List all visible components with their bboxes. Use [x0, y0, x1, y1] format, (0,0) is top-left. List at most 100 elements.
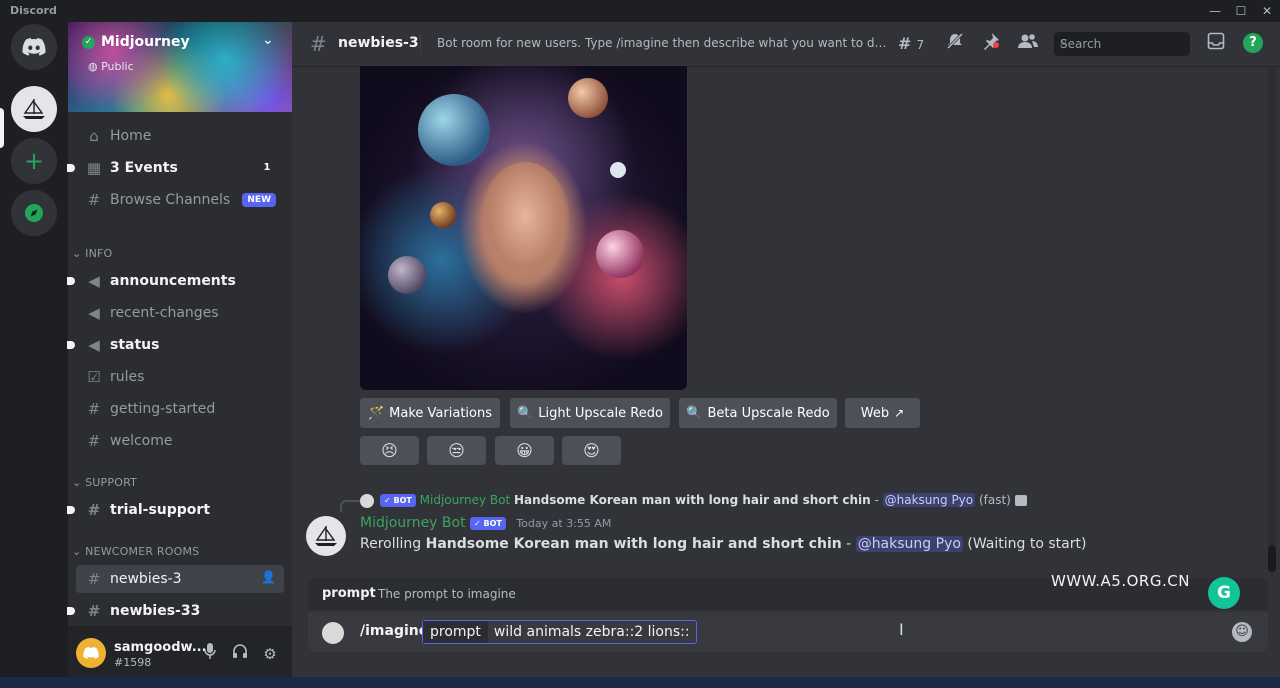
channel-newbies-3[interactable]: # newbies-3 👤 — [76, 565, 284, 593]
title-bar: Discord — ☐ ✕ — [0, 0, 1280, 22]
grammarly-icon[interactable]: G — [1208, 577, 1240, 609]
reaction-button[interactable]: 😀 — [495, 436, 554, 465]
username: samgoodw... — [114, 640, 207, 655]
direct-messages-button[interactable] — [11, 24, 57, 70]
reply-speed: (fast) — [978, 493, 1011, 507]
events-count-badge: 1 — [260, 161, 274, 175]
maximize-button[interactable]: ☐ — [1228, 2, 1254, 20]
nav-browse-channels[interactable]: # Browse Channels NEW — [76, 186, 284, 214]
reply-author: Midjourney Bot — [419, 493, 511, 507]
message-prompt: Handsome Korean man with long hair and s… — [425, 536, 842, 552]
option-description: The prompt to imagine — [378, 587, 516, 601]
rules-checkbox-icon: ☑ — [87, 368, 101, 386]
option-label: prompt — [423, 621, 488, 643]
message-status: (Waiting to start) — [962, 536, 1087, 552]
minimize-button[interactable]: — — [1202, 2, 1228, 20]
verified-icon: ✓ — [82, 35, 95, 49]
channel-trial-support[interactable]: # trial-support — [67, 496, 284, 524]
chevron-down-icon[interactable]: ⌄ — [262, 32, 274, 48]
scrollbar-thumb[interactable] — [1268, 545, 1276, 572]
web-link-button[interactable]: Web ↗ — [845, 398, 920, 428]
nav-events[interactable]: ▦ 3 Events 1 — [67, 154, 284, 182]
sailboat-icon — [23, 99, 45, 119]
message-composer[interactable]: /imagine prompt wild animals zebra::2 li… — [308, 612, 1268, 652]
headphones-icon[interactable] — [228, 642, 252, 666]
emoji-picker-icon[interactable]: ☺ — [1232, 622, 1252, 642]
reaction-button[interactable]: 😒 — [427, 436, 486, 465]
member-list-icon[interactable] — [1018, 32, 1038, 56]
channel-recent-changes[interactable]: ◀ recent-changes — [76, 299, 284, 327]
sparkle-wand-icon: 🪄 — [367, 405, 385, 421]
reply-avatar — [360, 494, 374, 508]
message-mention[interactable]: @haksung Pyo — [855, 536, 963, 552]
discord-logo-icon — [22, 38, 46, 56]
reaction-button[interactable]: 😍 — [562, 436, 621, 465]
reply-preview[interactable]: ✓ BOT Midjourney Bot Handsome Korean man… — [380, 493, 1027, 507]
light-upscale-redo-button[interactable]: 🔍 Light Upscale Redo — [510, 398, 670, 428]
category-newcomer-rooms[interactable]: ⌄ NEWCOMER ROOMS — [72, 545, 199, 558]
thread-hashtag-icon: # — [310, 32, 327, 56]
plus-icon: + — [23, 147, 45, 175]
megaphone-icon: ◀ — [88, 336, 100, 354]
close-window-button[interactable]: ✕ — [1254, 2, 1280, 20]
hashtag-icon: # — [87, 432, 101, 450]
scrollbar-track[interactable] — [1268, 66, 1276, 572]
notification-muted-icon[interactable] — [946, 32, 964, 56]
bot-avatar[interactable] — [306, 516, 346, 556]
channel-status[interactable]: ◀ status — [67, 331, 284, 359]
channel-newbies-33[interactable]: # newbies-33 — [67, 597, 284, 625]
reply-prompt: Handsome Korean man with long hair and s… — [514, 493, 871, 507]
prompt-value[interactable]: wild animals zebra::2 lions:: — [488, 624, 696, 640]
settings-gear-icon[interactable]: ⚙ — [258, 642, 282, 666]
inbox-icon[interactable] — [1207, 32, 1225, 56]
pinned-messages-icon[interactable] — [982, 32, 1000, 56]
megaphone-icon: ◀ — [88, 304, 100, 322]
message-content: Rerolling Handsome Korean man with long … — [360, 536, 1087, 552]
new-badge: NEW — [242, 193, 276, 207]
user-tag: #1598 — [114, 656, 152, 669]
calendar-icon: ▦ — [86, 159, 102, 177]
chevron-down-icon: ⌄ — [72, 247, 82, 260]
channel-getting-started[interactable]: # getting-started — [76, 395, 284, 423]
server-visibility: ◍ Public — [88, 60, 134, 73]
chevron-down-icon: ⌄ — [72, 545, 82, 558]
text-cursor-icon: I — [899, 620, 904, 639]
search-icon: ⌕ — [1060, 34, 1068, 50]
reaction-button[interactable]: 😣 — [360, 436, 419, 465]
help-icon[interactable]: ? — [1243, 33, 1263, 53]
message-author[interactable]: Midjourney Bot — [360, 515, 466, 531]
os-taskbar — [0, 677, 1280, 688]
chevron-down-icon: ⌄ — [72, 476, 82, 489]
discord-logo-icon — [83, 647, 99, 659]
beta-upscale-redo-button[interactable]: 🔍 Beta Upscale Redo — [679, 398, 837, 428]
prompt-option-input[interactable]: prompt wild animals zebra::2 lions:: — [422, 620, 697, 644]
midjourney-server-button[interactable] — [11, 86, 57, 132]
channel-topic[interactable]: Bot room for new users. Type /imagine th… — [437, 36, 887, 50]
add-member-icon[interactable]: 👤 — [261, 570, 276, 584]
channel-announcements[interactable]: ◀ announcements — [67, 267, 284, 295]
message-header: Midjourney Bot ✓ BOT Today at 3:55 AM — [360, 515, 611, 531]
add-server-button[interactable]: + — [11, 138, 57, 184]
server-header[interactable]: ✓ Midjourney — [82, 34, 190, 50]
channel-welcome[interactable]: # welcome — [76, 427, 284, 455]
hashtag-icon: # — [87, 501, 101, 519]
channel-rules[interactable]: ☑ rules — [76, 363, 284, 391]
user-avatar[interactable] — [76, 638, 106, 668]
thread-hashtag-icon: # — [87, 602, 101, 620]
watermark: WWW.A5.ORG.CN — [1051, 572, 1190, 590]
nav-home[interactable]: ⌂ Home — [76, 122, 284, 150]
make-variations-button[interactable]: 🪄 Make Variations — [360, 398, 500, 428]
megaphone-icon: ◀ — [88, 272, 100, 290]
category-support[interactable]: ⌄ SUPPORT — [72, 476, 137, 489]
search-input[interactable]: Search ⌕ — [1054, 32, 1190, 56]
threads-icon: # — [898, 34, 912, 53]
explore-servers-button[interactable] — [11, 190, 57, 236]
generated-image[interactable] — [360, 66, 687, 390]
slash-command: /imagine — [360, 623, 429, 639]
category-info[interactable]: ⌄ INFO — [72, 247, 112, 260]
reply-mention[interactable]: @haksung Pyo — [882, 493, 976, 507]
globe-icon: ◍ — [88, 60, 98, 73]
threads-button[interactable]: # 7 — [898, 32, 924, 56]
microphone-icon[interactable] — [198, 642, 222, 666]
server-list: + — [0, 22, 68, 688]
